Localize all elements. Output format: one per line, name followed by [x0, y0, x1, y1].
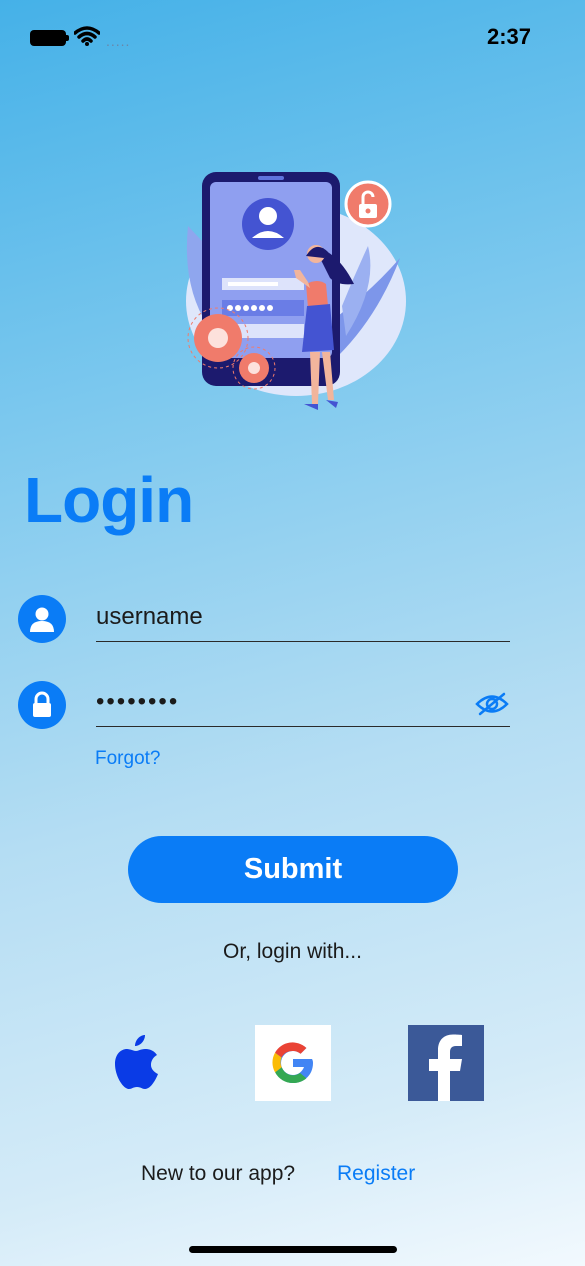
- password-value: ••••••••: [96, 688, 180, 715]
- google-icon: [272, 1042, 313, 1084]
- apple-icon: [115, 1035, 158, 1089]
- user-icon: [18, 595, 66, 643]
- page-title: Login: [24, 464, 194, 536]
- signal-indicator: .....: [106, 33, 131, 49]
- status-time: 2:37: [486, 24, 531, 49]
- new-user-prompt: New to our app?: [141, 1162, 296, 1185]
- login-illustration: [186, 172, 406, 410]
- forgot-password-link[interactable]: Forgot?: [95, 748, 160, 770]
- social-login-heading: Or, login with...: [223, 940, 362, 963]
- wifi-icon: [74, 26, 100, 46]
- home-indicator[interactable]: [189, 1246, 397, 1253]
- facebook-icon: [429, 1034, 462, 1101]
- password-field[interactable]: ••••••••: [96, 682, 510, 727]
- submit-button[interactable]: Submit: [128, 836, 458, 903]
- battery-tip: [66, 35, 69, 41]
- apple-login-button[interactable]: [101, 1025, 177, 1101]
- username-value: username: [96, 603, 203, 630]
- facebook-login-button[interactable]: [408, 1025, 484, 1101]
- battery-icon: [30, 30, 66, 46]
- register-link[interactable]: Register: [337, 1162, 415, 1186]
- status-bar: ..... 2:37: [0, 0, 585, 75]
- username-field[interactable]: username: [96, 597, 510, 642]
- eye-slash-icon[interactable]: [474, 692, 510, 716]
- lock-icon: [18, 681, 66, 729]
- google-login-button[interactable]: [255, 1025, 331, 1101]
